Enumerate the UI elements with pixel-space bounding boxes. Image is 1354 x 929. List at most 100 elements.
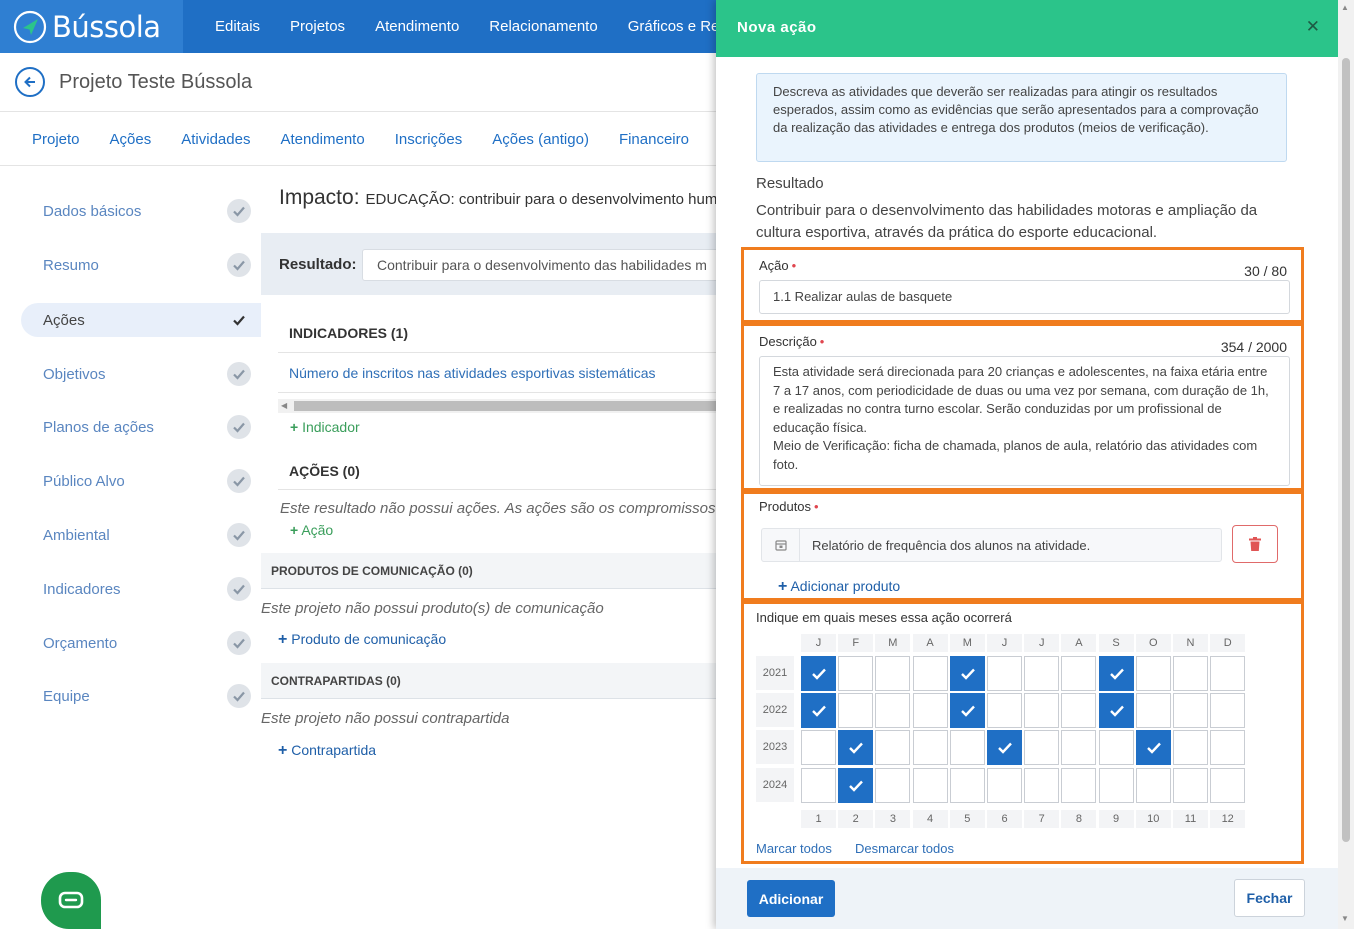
month-checkbox[interactable] bbox=[1135, 730, 1171, 766]
month-checkbox[interactable] bbox=[875, 656, 911, 691]
month-checkbox[interactable] bbox=[801, 656, 836, 691]
month-checkbox[interactable] bbox=[987, 767, 1022, 803]
add-action-link[interactable]: + Ação bbox=[290, 522, 333, 538]
month-checkbox[interactable] bbox=[1210, 767, 1246, 803]
month-checkbox[interactable] bbox=[1135, 656, 1171, 691]
month-checkbox[interactable] bbox=[1210, 730, 1246, 766]
sidebar-item[interactable]: Orçamento bbox=[21, 626, 261, 660]
month-checkbox[interactable] bbox=[801, 767, 836, 803]
month-checkbox[interactable] bbox=[912, 693, 948, 729]
project-header: Projeto Teste Bússola bbox=[0, 53, 716, 112]
month-checkbox[interactable] bbox=[838, 730, 874, 766]
month-checkbox[interactable] bbox=[1098, 693, 1134, 729]
month-checkbox[interactable] bbox=[1135, 693, 1171, 729]
month-checkbox[interactable] bbox=[987, 730, 1022, 766]
unmark-all-link[interactable]: Desmarcar todos bbox=[855, 841, 954, 856]
month-checkbox[interactable] bbox=[875, 767, 911, 803]
tab-acoes[interactable]: Ações bbox=[110, 131, 152, 148]
result-select[interactable]: Contribuir para o desenvolvimento das ha… bbox=[362, 249, 716, 281]
horizontal-scrollbar[interactable]: ◀ bbox=[278, 399, 716, 413]
month-checkbox[interactable] bbox=[912, 730, 948, 766]
tab-atendimento[interactable]: Atendimento bbox=[280, 131, 364, 148]
month-checkbox[interactable] bbox=[1210, 656, 1246, 691]
scroll-left-icon[interactable]: ◀ bbox=[281, 401, 287, 410]
month-checkbox[interactable] bbox=[949, 656, 985, 691]
month-checkbox[interactable] bbox=[838, 693, 874, 729]
month-checkbox[interactable] bbox=[838, 767, 874, 803]
check-icon bbox=[227, 684, 251, 708]
scrollbar-thumb[interactable] bbox=[294, 401, 716, 411]
month-checkbox[interactable] bbox=[1061, 767, 1097, 803]
impact-label: Impacto: bbox=[279, 186, 360, 209]
month-checkbox[interactable] bbox=[1024, 767, 1060, 803]
month-checkbox[interactable] bbox=[949, 693, 985, 729]
month-checkbox[interactable] bbox=[912, 767, 948, 803]
sidebar-item[interactable]: Ambiental bbox=[21, 518, 261, 552]
close-icon[interactable]: ✕ bbox=[1306, 17, 1320, 37]
description-textarea[interactable]: Esta atividade será direcionada para 20 … bbox=[759, 356, 1290, 486]
sidebar-item[interactable]: Equipe bbox=[21, 679, 261, 713]
month-checkbox[interactable] bbox=[1024, 656, 1060, 691]
month-checkbox[interactable] bbox=[801, 730, 836, 766]
month-checkbox[interactable] bbox=[1135, 767, 1171, 803]
back-button[interactable] bbox=[15, 67, 45, 97]
nav-relacionamento[interactable]: Relacionamento bbox=[489, 18, 597, 35]
impact-heading: Impacto: EDUCAÇÃO: contribuir para o dese… bbox=[279, 186, 716, 210]
month-checkbox[interactable] bbox=[1024, 730, 1060, 766]
month-checkbox[interactable] bbox=[1173, 693, 1208, 729]
scrollbar-thumb[interactable] bbox=[1342, 58, 1350, 842]
month-checkbox[interactable] bbox=[1061, 730, 1097, 766]
tab-projeto[interactable]: Projeto bbox=[32, 131, 80, 148]
tab-acoes-antigo[interactable]: Ações (antigo) bbox=[492, 131, 589, 148]
month-checkbox[interactable] bbox=[987, 656, 1022, 691]
tab-inscricoes[interactable]: Inscrições bbox=[395, 131, 463, 148]
sidebar-item[interactable]: Resumo bbox=[21, 248, 261, 282]
month-checkbox[interactable] bbox=[987, 693, 1022, 729]
month-checkbox[interactable] bbox=[1061, 656, 1097, 691]
product-item[interactable]: Relatório de frequência dos alunos na at… bbox=[761, 528, 1222, 562]
result-band: Resultado: Contribuir para o desenvolvim… bbox=[261, 233, 716, 295]
indicator-link[interactable]: Número de inscritos nas atividades espor… bbox=[289, 365, 656, 381]
month-checkbox[interactable] bbox=[949, 730, 985, 766]
month-checkbox[interactable] bbox=[1210, 693, 1246, 729]
month-checkbox[interactable] bbox=[1061, 693, 1097, 729]
scroll-down-icon[interactable]: ▼ bbox=[1341, 914, 1349, 923]
month-checkbox[interactable] bbox=[875, 730, 911, 766]
delete-product-button[interactable] bbox=[1232, 525, 1278, 563]
month-checkbox[interactable] bbox=[1173, 767, 1208, 803]
chat-button[interactable] bbox=[41, 872, 101, 929]
close-button[interactable]: Fechar bbox=[1234, 879, 1305, 917]
nav-editais[interactable]: Editais bbox=[215, 18, 260, 35]
month-checkbox[interactable] bbox=[1173, 730, 1208, 766]
month-checkbox[interactable] bbox=[1173, 656, 1208, 691]
mark-all-link[interactable]: Marcar todos bbox=[756, 841, 832, 856]
add-indicator-link[interactable]: + Indicador bbox=[290, 419, 360, 435]
sidebar-item[interactable]: Objetivos bbox=[21, 357, 261, 391]
month-checkbox[interactable] bbox=[838, 656, 874, 691]
tab-financeiro[interactable]: Financeiro bbox=[619, 131, 689, 148]
month-checkbox[interactable] bbox=[912, 656, 948, 691]
nav-projetos[interactable]: Projetos bbox=[290, 18, 345, 35]
month-checkbox[interactable] bbox=[1098, 730, 1134, 766]
tab-atividades[interactable]: Atividades bbox=[181, 131, 250, 148]
month-checkbox[interactable] bbox=[1098, 767, 1134, 803]
action-input[interactable]: 1.1 Realizar aulas de basquete bbox=[759, 280, 1290, 314]
month-checkbox[interactable] bbox=[801, 693, 836, 729]
add-counterpart-link[interactable]: + Contrapartida bbox=[278, 742, 376, 760]
month-checkbox[interactable] bbox=[1024, 693, 1060, 729]
nav-atendimento[interactable]: Atendimento bbox=[375, 18, 459, 35]
add-comm-product-link[interactable]: + Produto de comunicação bbox=[278, 631, 446, 649]
sidebar-item[interactable]: Planos de ações bbox=[21, 410, 261, 444]
month-checkbox[interactable] bbox=[949, 767, 985, 803]
app-logo[interactable]: Bússola bbox=[0, 0, 183, 53]
sidebar-item[interactable]: Dados básicos bbox=[21, 194, 261, 228]
add-product-link[interactable]: + Adicionar produto bbox=[778, 578, 900, 596]
add-button[interactable]: Adicionar bbox=[747, 880, 835, 917]
vertical-scrollbar[interactable]: ▲ ▼ bbox=[1338, 0, 1354, 929]
sidebar-item[interactable]: Público Alvo bbox=[21, 464, 261, 498]
sidebar-item[interactable]: Ações bbox=[21, 303, 261, 337]
sidebar-item[interactable]: Indicadores bbox=[21, 572, 261, 606]
month-checkbox[interactable] bbox=[875, 693, 911, 729]
scroll-up-icon[interactable]: ▲ bbox=[1341, 3, 1349, 12]
month-checkbox[interactable] bbox=[1098, 656, 1134, 691]
